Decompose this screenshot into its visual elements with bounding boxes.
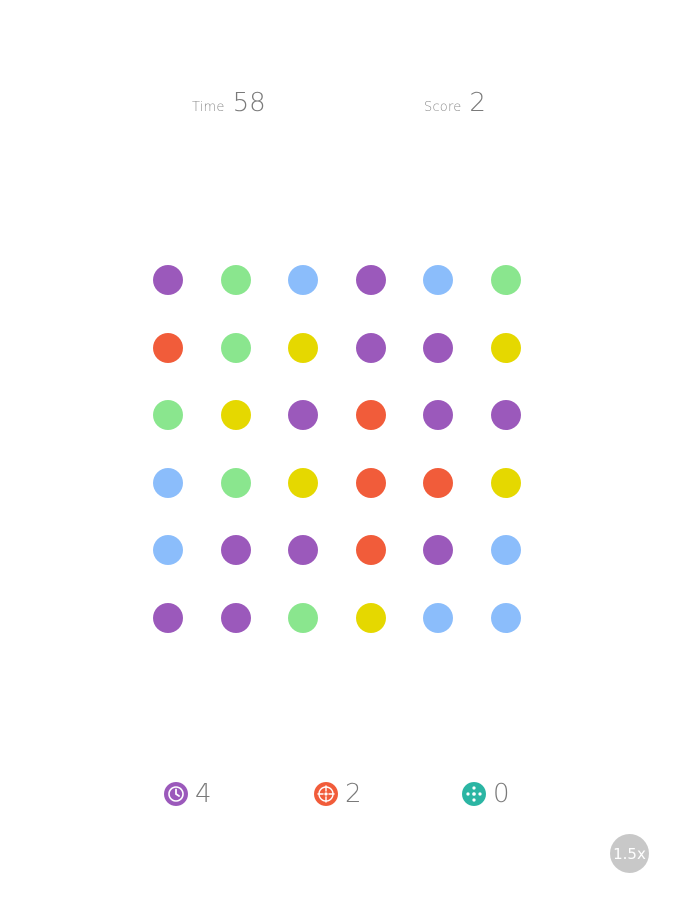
dot-blue[interactable] xyxy=(490,535,521,566)
dot-purple[interactable] xyxy=(490,400,521,431)
time-value: 58 xyxy=(232,88,266,118)
dot-red[interactable] xyxy=(153,332,183,363)
dot-purple[interactable] xyxy=(288,535,319,566)
dot-green[interactable] xyxy=(153,400,183,431)
score-display: Score 2 xyxy=(424,88,486,118)
time-label: Time xyxy=(192,100,225,115)
dot-yellow[interactable] xyxy=(220,400,251,431)
dot-red[interactable] xyxy=(423,467,454,498)
dot-green[interactable] xyxy=(220,467,251,498)
dot-purple[interactable] xyxy=(153,265,183,295)
shrinker-icon xyxy=(314,782,338,806)
dot-purple[interactable] xyxy=(220,535,251,566)
shrinker-count: 2 xyxy=(345,779,362,809)
dot-green[interactable] xyxy=(490,265,521,295)
dot-blue[interactable] xyxy=(490,602,521,633)
dot-blue[interactable] xyxy=(153,535,183,566)
dot-board xyxy=(150,262,528,640)
dot-purple[interactable] xyxy=(288,400,319,431)
time-stop-count: 4 xyxy=(195,779,212,809)
dot-yellow[interactable] xyxy=(288,467,319,498)
dot-purple[interactable] xyxy=(423,400,454,431)
clock-icon xyxy=(164,782,188,806)
dot-red[interactable] xyxy=(355,467,386,498)
score-label: Score xyxy=(424,100,462,115)
dot-blue[interactable] xyxy=(423,265,454,295)
speed-button[interactable]: 1.5x xyxy=(610,834,649,873)
expander-powerup[interactable]: 0 xyxy=(462,781,510,807)
dot-yellow[interactable] xyxy=(490,332,521,363)
dot-red[interactable] xyxy=(355,535,386,566)
dot-purple[interactable] xyxy=(153,602,183,633)
dot-red[interactable] xyxy=(355,400,386,431)
dot-purple[interactable] xyxy=(423,535,454,566)
time-stop-powerup[interactable]: 4 xyxy=(164,781,212,807)
dot-green[interactable] xyxy=(220,265,251,295)
shrinker-powerup[interactable]: 2 xyxy=(314,781,362,807)
dot-purple[interactable] xyxy=(423,332,454,363)
expander-count: 0 xyxy=(493,779,510,809)
dot-yellow[interactable] xyxy=(355,602,386,633)
dot-yellow[interactable] xyxy=(288,332,319,363)
expander-icon xyxy=(462,782,486,806)
dot-green[interactable] xyxy=(288,602,319,633)
dot-purple[interactable] xyxy=(355,265,386,295)
dot-purple[interactable] xyxy=(355,332,386,363)
dot-yellow[interactable] xyxy=(490,467,521,498)
score-value: 2 xyxy=(469,88,486,118)
dot-blue[interactable] xyxy=(423,602,454,633)
dot-purple[interactable] xyxy=(220,602,251,633)
dot-green[interactable] xyxy=(220,332,251,363)
dot-blue[interactable] xyxy=(153,467,183,498)
time-display: Time 58 xyxy=(192,88,266,118)
dot-blue[interactable] xyxy=(288,265,319,295)
